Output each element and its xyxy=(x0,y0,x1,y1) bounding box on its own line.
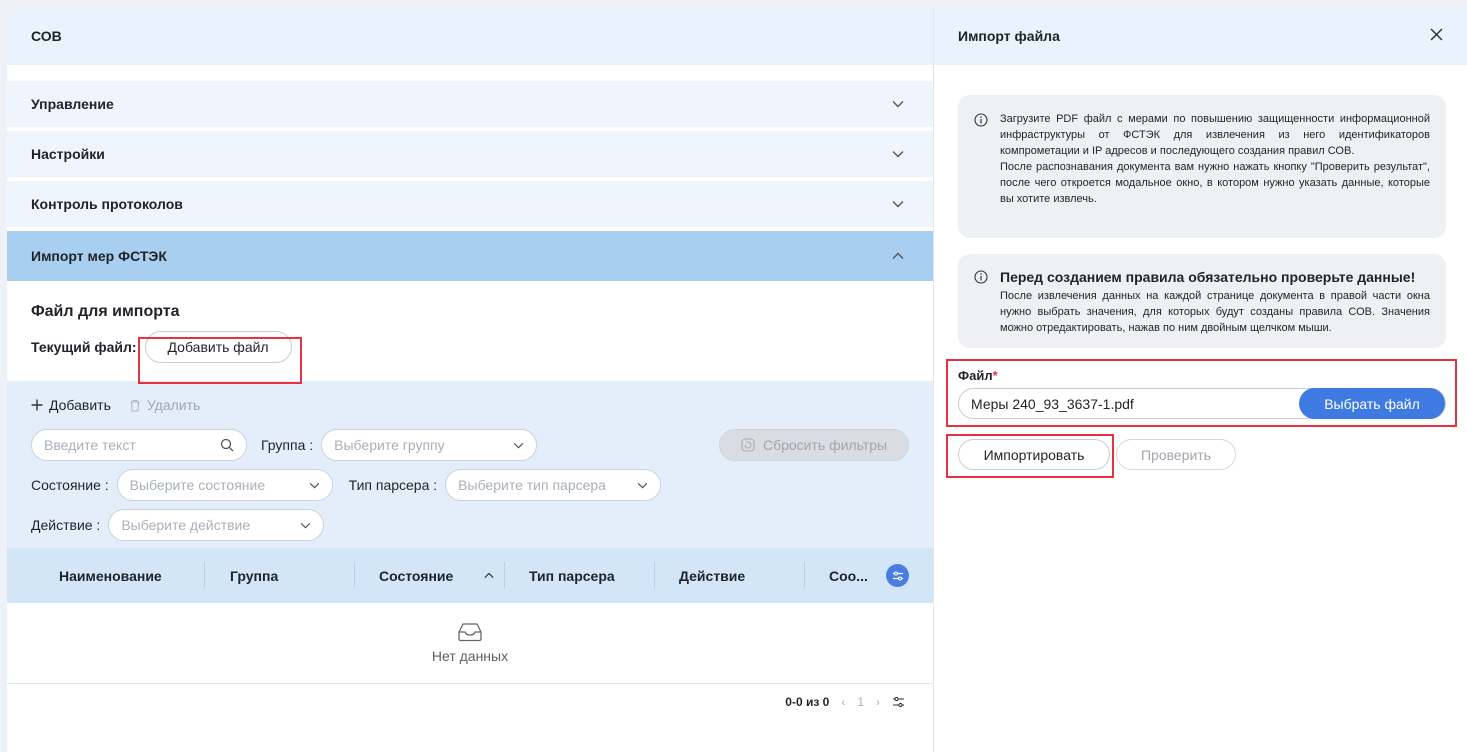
chevron-down-icon xyxy=(513,442,524,449)
column-header[interactable]: Тип парсера xyxy=(529,548,615,603)
trash-icon xyxy=(129,399,140,412)
column-header[interactable]: Соо... xyxy=(829,548,868,603)
info-text: Загрузите PDF файл с мерами по повышению… xyxy=(1000,113,1430,157)
column-header[interactable]: Состояние xyxy=(379,548,453,603)
empty-text: Нет данных xyxy=(431,648,509,664)
accordion-fstek-import[interactable]: Импорт мер ФСТЭК xyxy=(7,231,933,281)
highlight-import-button xyxy=(946,434,1114,478)
action-label: Действие xyxy=(31,517,93,533)
table-empty-state: Нет данных xyxy=(7,603,933,684)
chevron-down-icon xyxy=(891,97,905,111)
info-icon xyxy=(974,113,988,127)
delete-button[interactable]: Удалить xyxy=(129,397,200,413)
sort-up-icon[interactable] xyxy=(484,548,494,603)
accordion-management[interactable]: Управление xyxy=(7,81,933,131)
state-label: Состояние xyxy=(31,477,101,493)
action-select[interactable]: Выберите действие xyxy=(108,509,325,541)
action-placeholder: Выберите действие xyxy=(121,517,251,533)
pagination: 0-0 из 0 ‹ 1 › xyxy=(7,684,933,720)
empty-inbox-icon xyxy=(458,623,482,642)
column-header[interactable]: Действие xyxy=(679,548,745,603)
info-box-warning: Перед созданием правила обязательно пров… xyxy=(958,254,1446,348)
warning-text: После извлечения данных на каждой страни… xyxy=(1000,290,1430,334)
section-title: Файл для импорта xyxy=(31,303,180,320)
info-icon xyxy=(974,270,988,284)
state-select[interactable]: Выберите состояние xyxy=(116,469,333,501)
page-title: СОВ xyxy=(7,7,933,65)
accordion-label: Настройки xyxy=(31,146,105,162)
current-file-label: Текущий файл: xyxy=(31,339,137,355)
add-button[interactable]: Добавить xyxy=(31,397,111,413)
next-page-icon[interactable]: › xyxy=(876,695,880,709)
highlight-file-field xyxy=(946,359,1457,427)
accordion-label: Контроль протоколов xyxy=(31,196,183,212)
parser-select[interactable]: Выберите тип парсера xyxy=(445,469,662,501)
highlight-add-file xyxy=(138,337,302,384)
accordion-settings[interactable]: Настройки xyxy=(7,131,933,181)
search-placeholder: Введите текст xyxy=(44,437,136,453)
search-icon xyxy=(220,438,234,452)
pagination-count: 0-0 из 0 xyxy=(785,695,830,709)
info-text-2: После распознавания документа вам нужно … xyxy=(1000,161,1430,205)
chevron-down-icon xyxy=(309,482,319,489)
chevron-down-icon xyxy=(301,522,311,529)
prev-page-icon[interactable]: ‹ xyxy=(841,695,845,709)
info-box-instructions: Загрузите PDF файл с мерами по повышению… xyxy=(958,95,1446,238)
sliders-icon xyxy=(892,570,903,581)
delete-label: Удалить xyxy=(146,397,201,413)
group-label: Группа xyxy=(261,437,306,453)
reset-label: Сбросить фильтры xyxy=(762,437,888,453)
accordion-label: Управление xyxy=(31,96,114,112)
chevron-up-icon xyxy=(891,249,905,263)
reset-filters-button[interactable]: Сбросить фильтры xyxy=(719,429,909,461)
column-settings-button[interactable] xyxy=(886,564,909,587)
group-placeholder: Выберите группу xyxy=(334,437,445,453)
filter-panel: Добавить Удалить Введите текст Группа : … xyxy=(7,381,933,548)
warning-title: Перед созданием правила обязательно пров… xyxy=(1000,269,1416,285)
state-placeholder: Выберите состояние xyxy=(129,477,266,493)
add-label: Добавить xyxy=(49,397,111,413)
close-icon[interactable] xyxy=(1430,28,1443,44)
column-header[interactable]: Наименование xyxy=(59,548,162,603)
reset-icon xyxy=(741,438,755,452)
chevron-down-icon xyxy=(637,482,648,489)
check-button[interactable]: Проверить xyxy=(1116,439,1236,470)
chevron-down-icon xyxy=(891,197,905,211)
table-header: Наименование Группа Состояние Тип парсер… xyxy=(7,548,933,603)
page-settings-icon[interactable] xyxy=(892,696,905,708)
column-header[interactable]: Группа xyxy=(230,548,278,603)
page-number[interactable]: 1 xyxy=(857,695,864,709)
accordion-protocol-control[interactable]: Контроль протоколов xyxy=(7,181,933,231)
accordion-label: Импорт мер ФСТЭК xyxy=(31,248,167,264)
parser-label: Тип парсера xyxy=(348,477,430,493)
parser-placeholder: Выберите тип парсера xyxy=(458,477,606,493)
drawer-title: Импорт файла xyxy=(958,28,1060,44)
search-input[interactable]: Введите текст xyxy=(31,429,247,461)
chevron-down-icon xyxy=(891,147,905,161)
plus-icon xyxy=(31,399,43,411)
group-select[interactable]: Выберите группу xyxy=(321,429,538,461)
